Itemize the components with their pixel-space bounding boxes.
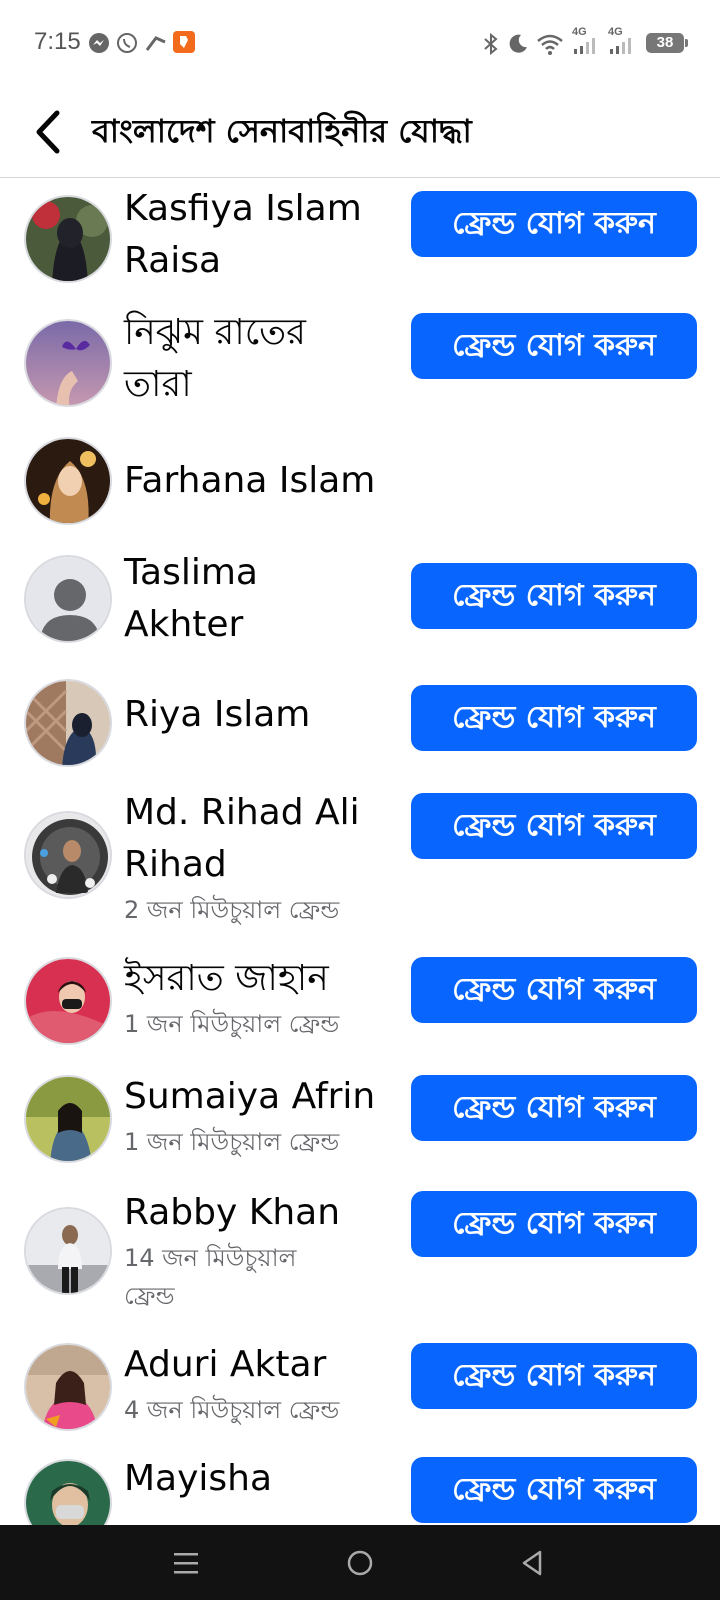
list-item[interactable]: Mayisha ফ্রেন্ড যোগ করুন (0, 1453, 720, 1525)
home-button[interactable] (340, 1545, 380, 1581)
avatar[interactable] (24, 1075, 112, 1163)
person-name[interactable]: Sumaiya Afrin (124, 1071, 384, 1123)
avatar[interactable] (24, 1207, 112, 1295)
recent-apps-button[interactable] (166, 1545, 206, 1581)
add-friend-button[interactable]: ফ্রেন্ড যোগ করুন (411, 685, 697, 751)
network-type-1: 4G (572, 26, 587, 38)
name-block: Riya Islam (124, 689, 384, 741)
name-block: Rabby Khan 14 জন মিউচুয়াল ফ্রেন্ড (124, 1187, 384, 1315)
list-item[interactable]: Sumaiya Afrin 1 জন মিউচুয়াল ফ্রেন্ড ফ্র… (0, 1071, 720, 1187)
system-back-button[interactable] (512, 1545, 552, 1581)
status-time: 7:15 (34, 28, 81, 55)
back-arrow-icon (36, 110, 60, 154)
name-block: Md. Rihad Ali Rihad 2 জন মিউচুয়াল ফ্রেন… (124, 787, 384, 929)
person-name[interactable]: Taslima Akhter (124, 547, 384, 651)
avatar[interactable] (24, 679, 112, 767)
add-friend-button[interactable]: ফ্রেন্ড যোগ করুন (411, 1457, 697, 1523)
list-item[interactable]: Aduri Aktar 4 জন মিউচুয়াল ফ্রেন্ড ফ্রেন… (0, 1339, 720, 1457)
list-item[interactable]: ইসরাত জাহান 1 জন মিউচুয়াল ফ্রেন্ড ফ্রেন… (0, 953, 720, 1071)
name-block: Sumaiya Afrin 1 জন মিউচুয়াল ফ্রেন্ড (124, 1071, 384, 1161)
avatar[interactable] (24, 1459, 112, 1525)
page-title: বাংলাদেশ সেনাবাহিনীর যোদ্ধা (92, 112, 472, 150)
bluetooth-icon (484, 32, 498, 56)
avatar[interactable] (24, 195, 112, 283)
app-notification-icon (145, 36, 166, 51)
person-name[interactable]: Riya Islam (124, 689, 384, 741)
mutual-friends-text: 4 জন মিউচুয়াল ফ্রেন্ড (124, 1396, 340, 1424)
wifi-icon (537, 34, 563, 55)
add-friend-button[interactable]: ফ্রেন্ড যোগ করুন (411, 563, 697, 629)
list-item[interactable]: Md. Rihad Ali Rihad 2 জন মিউচুয়াল ফ্রেন… (0, 787, 720, 953)
person-name[interactable]: Mayisha (124, 1453, 384, 1505)
messenger-icon (89, 33, 109, 53)
person-name[interactable]: Kasfiya Islam Raisa (124, 183, 384, 287)
avatar[interactable] (24, 1343, 112, 1431)
avatar[interactable] (24, 555, 112, 643)
mutual-friends-text: 1 জন মিউচুয়াল ফ্রেন্ড (124, 1010, 340, 1038)
add-friend-button[interactable]: ফ্রেন্ড যোগ করুন (411, 957, 697, 1023)
status-bar: 7:15 4G 4G 38 (0, 0, 720, 86)
list-item[interactable]: নিঝুম রাতের তারা ফ্রেন্ড যোগ করুন (0, 303, 720, 425)
add-friend-button[interactable]: ফ্রেন্ড যোগ করুন (411, 793, 697, 859)
list-item[interactable]: Kasfiya Islam Raisa ফ্রেন্ড যোগ করুন (0, 179, 720, 299)
page-header: বাংলাদেশ সেনাবাহিনীর যোদ্ধা (0, 86, 720, 178)
mutual-friends-text: 14 জন মিউচুয়াল ফ্রেন্ড (124, 1244, 297, 1310)
home-circle-icon (347, 1550, 373, 1576)
name-block: Taslima Akhter (124, 547, 384, 651)
app-badge-icon (173, 31, 195, 53)
system-nav-bar (0, 1525, 720, 1600)
battery-tip (685, 39, 688, 47)
name-block: Kasfiya Islam Raisa (124, 183, 384, 287)
avatar[interactable] (24, 811, 112, 899)
person-name[interactable]: ইসরাত জাহান (124, 953, 384, 1005)
person-name[interactable]: নিঝুম রাতের তারা (124, 307, 384, 411)
back-button[interactable] (22, 102, 74, 162)
list-item[interactable]: Farhana Islam (0, 429, 720, 549)
avatar[interactable] (24, 957, 112, 1045)
add-friend-button[interactable]: ফ্রেন্ড যোগ করুন (411, 1191, 697, 1257)
menu-icon (174, 1553, 198, 1574)
people-list: Kasfiya Islam Raisa ফ্রেন্ড যোগ করুন নিঝ… (0, 179, 720, 1525)
person-name[interactable]: Rabby Khan (124, 1187, 384, 1239)
signal-1-icon: 4G (570, 26, 600, 56)
list-item[interactable]: Rabby Khan 14 জন মিউচুয়াল ফ্রেন্ড ফ্রেন… (0, 1187, 720, 1339)
list-item[interactable]: Riya Islam ফ্রেন্ড যোগ করুন (0, 675, 720, 787)
moon-icon (509, 34, 527, 53)
add-friend-button[interactable]: ফ্রেন্ড যোগ করুন (411, 313, 697, 379)
name-block: Mayisha (124, 1453, 384, 1505)
mutual-friends-text: 1 জন মিউচুয়াল ফ্রেন্ড (124, 1128, 340, 1156)
battery-indicator: 38 (646, 33, 684, 53)
add-friend-button[interactable]: ফ্রেন্ড যোগ করুন (411, 191, 697, 257)
person-name[interactable]: Farhana Islam (124, 455, 384, 507)
name-block: Aduri Aktar 4 জন মিউচুয়াল ফ্রেন্ড (124, 1339, 384, 1429)
list-item[interactable]: Taslima Akhter ফ্রেন্ড যোগ করুন (0, 547, 720, 671)
back-triangle-icon (522, 1550, 542, 1576)
name-block: ইসরাত জাহান 1 জন মিউচুয়াল ফ্রেন্ড (124, 953, 384, 1043)
add-friend-button[interactable]: ফ্রেন্ড যোগ করুন (411, 1343, 697, 1409)
avatar[interactable] (24, 437, 112, 525)
person-name[interactable]: Md. Rihad Ali Rihad (124, 787, 384, 891)
person-name[interactable]: Aduri Aktar (124, 1339, 384, 1391)
network-type-2: 4G (608, 26, 623, 38)
whatsapp-icon (117, 33, 137, 53)
avatar[interactable] (24, 319, 112, 407)
mutual-friends-text: 2 জন মিউচুয়াল ফ্রেন্ড (124, 896, 340, 924)
name-block: Farhana Islam (124, 455, 384, 507)
name-block: নিঝুম রাতের তারা (124, 307, 384, 411)
signal-2-icon: 4G (606, 26, 636, 56)
add-friend-button[interactable]: ফ্রেন্ড যোগ করুন (411, 1075, 697, 1141)
